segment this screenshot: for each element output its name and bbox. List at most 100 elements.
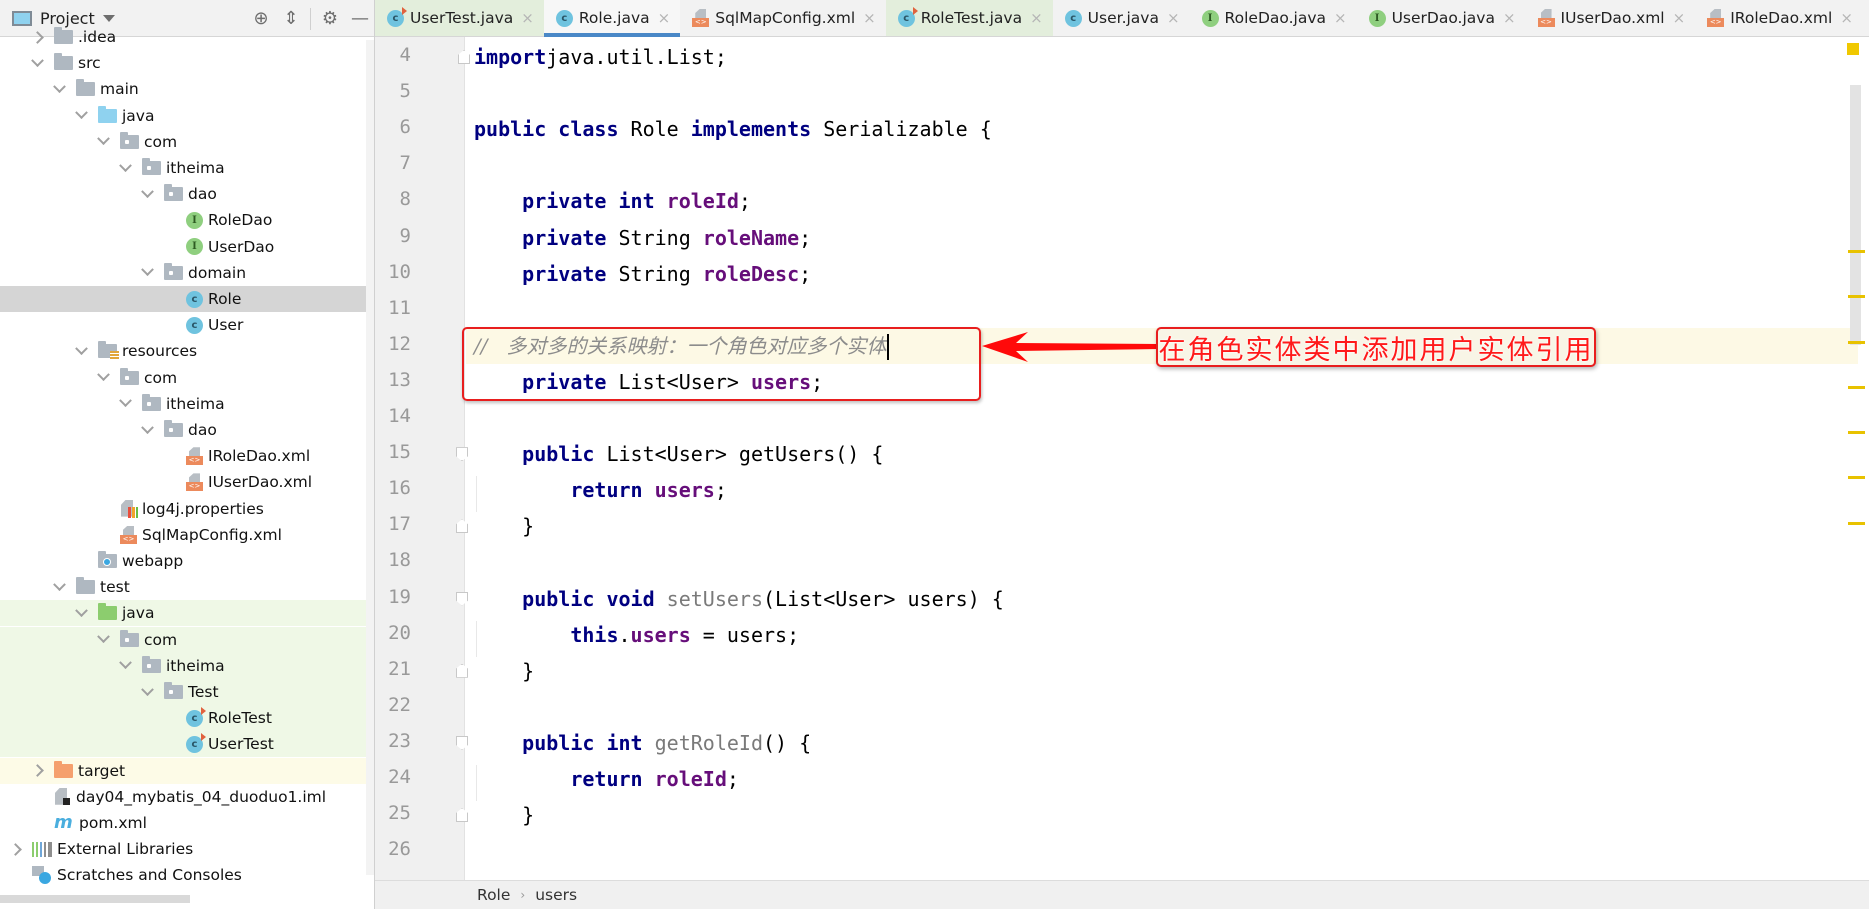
tab-user-java[interactable]: c User.java × (1053, 0, 1190, 36)
close-icon[interactable]: × (521, 9, 534, 27)
chevron-down-icon[interactable] (96, 633, 110, 647)
tree-item[interactable]: itheima (0, 652, 374, 679)
close-icon[interactable]: × (1503, 9, 1516, 27)
close-icon[interactable]: × (1167, 9, 1180, 27)
inspection-status-icon[interactable] (1847, 43, 1859, 55)
chevron-down-icon[interactable] (52, 580, 66, 594)
chevron-right-icon[interactable] (8, 842, 22, 856)
tree-item[interactable]: com (0, 129, 374, 155)
warning-marker[interactable] (1848, 522, 1865, 525)
close-icon[interactable]: × (1673, 9, 1686, 27)
warning-marker[interactable] (1848, 476, 1865, 479)
close-icon[interactable]: × (863, 9, 876, 27)
chevron-down-icon[interactable] (140, 187, 154, 201)
tree-item[interactable]: itheima (0, 155, 374, 181)
tree-item[interactable]: IUserDao.xml (0, 469, 374, 495)
code-line[interactable]: private String roleName; (474, 220, 811, 256)
tab-usertest-java[interactable]: c UserTest.java × (375, 0, 544, 36)
tree-item[interactable]: c UserTest (0, 731, 374, 758)
tab-iroledao-xml[interactable]: IRoleDao.xml × (1695, 0, 1863, 36)
breadcrumb-class[interactable]: Role (477, 886, 510, 904)
tree-item[interactable]: .idea (0, 24, 374, 50)
tree-item[interactable]: dao (0, 181, 374, 207)
warning-marker[interactable] (1848, 295, 1865, 298)
close-icon[interactable]: × (1840, 9, 1853, 27)
tab-roletest-java[interactable]: c RoleTest.java × (885, 0, 1053, 36)
tree-item[interactable]: c RoleTest (0, 705, 374, 732)
tree-item[interactable]: src (0, 50, 374, 76)
fold-end-icon[interactable] (458, 50, 470, 64)
code-line[interactable]: public class Role implements Serializabl… (474, 111, 992, 147)
code-line[interactable]: private List<User> users; (474, 364, 823, 400)
chevron-down-icon[interactable] (96, 135, 110, 149)
chevron-down-icon[interactable] (140, 266, 154, 280)
tree-item[interactable]: c Role (0, 286, 374, 312)
chevron-down-icon[interactable] (74, 606, 88, 620)
code-line[interactable]: } (474, 797, 534, 833)
fold-end-icon[interactable] (456, 519, 468, 534)
tree-item[interactable]: c User (0, 312, 374, 338)
tab-roledao-java[interactable]: I RoleDao.java × (1190, 0, 1357, 36)
close-icon[interactable]: × (658, 9, 671, 27)
fold-collapse-icon[interactable] (456, 735, 468, 750)
fold-end-icon[interactable] (456, 808, 468, 823)
tree-item[interactable]: SqlMapConfig.xml (0, 522, 374, 548)
code-editor[interactable]: 4 5 6 7 8 9 10 11 12 13 14 15 16 17 18 19 20 21 22 23 24 25 26… (375, 37, 1869, 880)
code-line[interactable]: importjava.util.List; (474, 39, 727, 75)
tree-item[interactable]: m pom.xml (0, 810, 374, 836)
fold-end-icon[interactable] (456, 663, 468, 678)
chevron-down-icon[interactable] (74, 344, 88, 358)
tree-item[interactable]: itheima (0, 391, 374, 417)
close-icon[interactable]: × (1030, 9, 1043, 27)
warning-marker[interactable] (1848, 431, 1865, 434)
close-icon[interactable]: × (1334, 9, 1347, 27)
code-line[interactable]: public List<User> getUsers() { (474, 436, 883, 472)
tree-item[interactable]: Test (0, 679, 374, 705)
chevron-down-icon[interactable] (140, 423, 154, 437)
chevron-down-icon[interactable] (118, 659, 132, 673)
code-line[interactable]: private int roleId; (474, 183, 751, 219)
code-line[interactable]: public void setUsers(List<User> users) { (474, 581, 1004, 617)
fold-collapse-icon[interactable] (456, 591, 468, 606)
chevron-down-icon[interactable] (118, 397, 132, 411)
tab-sqlmapconfig-xml[interactable]: SqlMapConfig.xml × (680, 0, 886, 36)
tree-item[interactable]: day04_mybatis_04_duoduo1.iml (0, 784, 374, 810)
tree-item[interactable]: com (0, 626, 374, 653)
tree-item[interactable]: resources (0, 338, 374, 364)
chevron-down-icon[interactable] (74, 109, 88, 123)
tree-item[interactable]: Scratches and Consoles (0, 862, 374, 888)
tree-item[interactable]: dao (0, 417, 374, 443)
warning-marker[interactable] (1848, 250, 1865, 253)
tab-iuserdao-xml[interactable]: IUserDao.xml × (1526, 0, 1696, 36)
tree-item[interactable]: test (0, 574, 374, 600)
chevron-down-icon[interactable] (140, 685, 154, 699)
warning-marker[interactable] (1848, 386, 1865, 389)
tree-item[interactable]: target (0, 757, 374, 784)
tab-userdao-java[interactable]: I UserDao.java × (1357, 0, 1526, 36)
code-line[interactable]: } (474, 508, 534, 544)
tree-item[interactable]: IRoleDao.xml (0, 443, 374, 469)
chevron-down-icon[interactable] (96, 371, 110, 385)
code-line[interactable]: return roleId; (474, 761, 739, 797)
breadcrumb-field[interactable]: users (535, 886, 577, 904)
code-line[interactable]: this.users = users; (474, 617, 799, 653)
fold-collapse-icon[interactable] (456, 447, 468, 462)
warning-marker[interactable] (1848, 341, 1865, 344)
tab-role-java[interactable]: c Role.java × (543, 0, 681, 37)
tree-item[interactable]: domain (0, 260, 374, 286)
chevron-down-icon[interactable] (52, 82, 66, 96)
tree-horizontal-scrollbar[interactable] (0, 895, 190, 903)
chevron-down-icon[interactable] (30, 56, 44, 70)
tree-item[interactable]: webapp (0, 548, 374, 574)
editor-vertical-scrollbar[interactable] (1850, 85, 1861, 345)
tree-item[interactable]: java (0, 103, 374, 129)
tree-item[interactable]: com (0, 365, 374, 391)
tree-vertical-scrollbar[interactable] (366, 40, 374, 875)
tree-item[interactable]: External Libraries (0, 836, 374, 862)
code-line[interactable]: public int getRoleId() { (474, 725, 811, 761)
code-line[interactable]: private String roleDesc; (474, 256, 811, 292)
tree-item[interactable]: main (0, 76, 374, 102)
tree-item[interactable]: I UserDao (0, 234, 374, 260)
chevron-right-icon[interactable] (30, 764, 44, 778)
chevron-right-icon[interactable] (30, 30, 44, 44)
